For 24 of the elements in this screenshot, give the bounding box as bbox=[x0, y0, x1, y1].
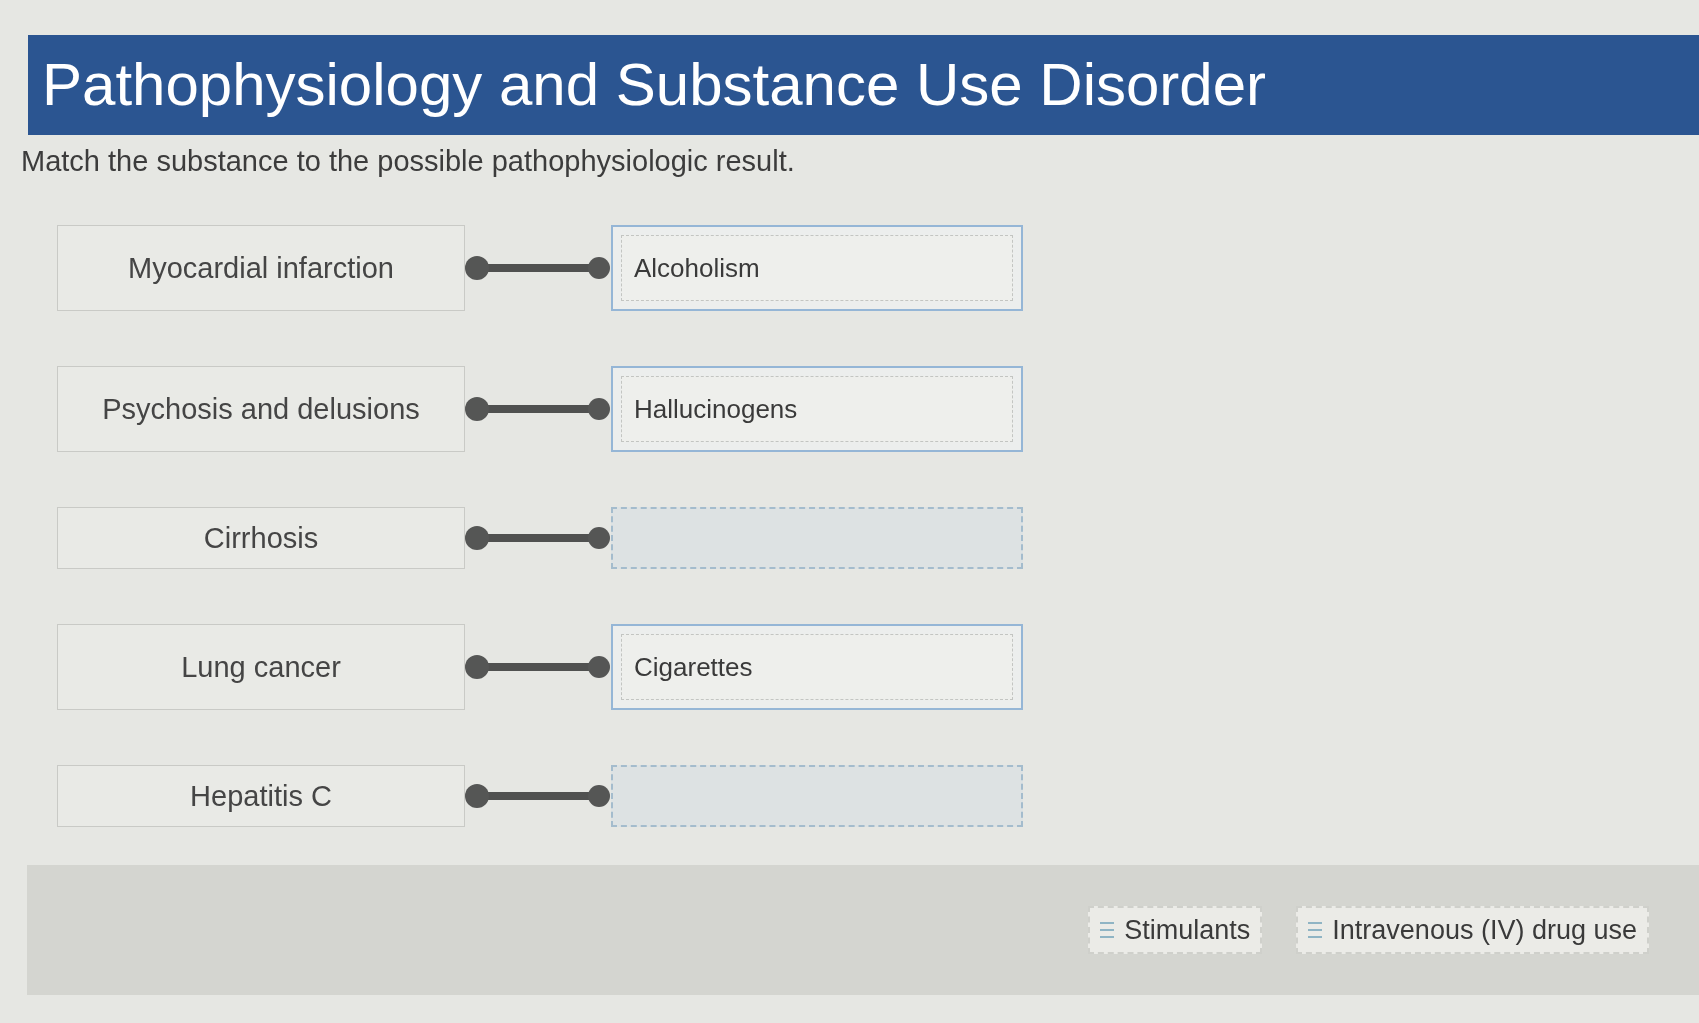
drop-zone[interactable]: Hallucinogens bbox=[611, 366, 1023, 453]
answer-chip[interactable]: Hallucinogens bbox=[621, 376, 1013, 443]
answer-chip[interactable]: Alcoholism bbox=[621, 235, 1013, 302]
drop-zone[interactable] bbox=[611, 765, 1023, 828]
prompt-card: Cirrhosis bbox=[57, 507, 465, 570]
connector-icon bbox=[465, 526, 611, 551]
prompt-card: Myocardial infarction bbox=[57, 225, 465, 312]
prompt-card: Psychosis and delusions bbox=[57, 366, 465, 453]
answer-chip[interactable]: Intravenous (IV) drug use bbox=[1296, 906, 1649, 955]
drop-zone[interactable] bbox=[611, 507, 1023, 570]
drop-zone[interactable]: Cigarettes bbox=[611, 624, 1023, 711]
connector-icon bbox=[465, 655, 611, 680]
connector-icon bbox=[465, 256, 611, 281]
drop-zone[interactable]: Alcoholism bbox=[611, 225, 1023, 312]
prompt-card: Hepatitis C bbox=[57, 765, 465, 828]
connector-icon bbox=[465, 784, 611, 809]
answer-chip[interactable]: Stimulants bbox=[1088, 906, 1263, 955]
drag-handle-icon bbox=[1308, 922, 1323, 939]
prompt-card: Lung cancer bbox=[57, 624, 465, 711]
answer-chip[interactable]: Cigarettes bbox=[621, 634, 1013, 701]
drag-handle-icon bbox=[1100, 922, 1115, 939]
page-title: Pathophysiology and Substance Use Disorder bbox=[42, 55, 1267, 115]
connector-icon bbox=[465, 397, 611, 422]
instructions-text: Match the substance to the possible pathophysiologic result. bbox=[21, 144, 795, 179]
